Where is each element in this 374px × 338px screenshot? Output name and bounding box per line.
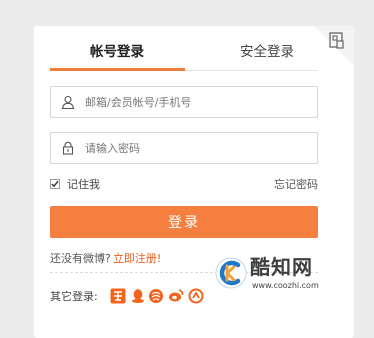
active-tab-indicator [50,68,185,71]
forgot-password-link[interactable]: 忘记密码 [274,177,318,193]
weibo-icon[interactable] [168,288,184,304]
password-field[interactable] [50,132,318,164]
login-button[interactable]: 登录 [50,206,318,238]
tab-secure-login[interactable]: 安全登录 [202,38,332,68]
signup-row: 还没有微博? 立即注册! [50,251,161,267]
renren-icon[interactable] [188,288,204,304]
coozhi-logo-icon [215,257,247,289]
remember-label[interactable]: 记住我 [67,177,100,193]
username-input[interactable] [85,91,309,113]
watermark: 酷知网 www.coozhi.com [214,254,354,298]
remember-checkbox[interactable] [50,179,60,189]
watermark-name: 酷知网 [250,255,313,279]
check-icon [51,180,59,188]
lock-icon [62,141,74,155]
signup-prompt: 还没有微博? [50,252,111,265]
password-input[interactable] [85,137,309,159]
username-field[interactable] [50,86,318,118]
alipay-icon[interactable] [148,288,164,304]
user-icon [61,95,75,109]
other-login-label: 其它登录: [50,290,98,303]
login-tabs: 帐号登录 安全登录 [50,38,320,70]
watermark-url: www.coozhi.com [252,281,319,290]
tab-account-login[interactable]: 帐号登录 [50,38,184,68]
remember-row: 记住我 忘记密码 [50,177,318,193]
taobao-icon[interactable] [110,288,126,304]
qq-icon[interactable] [130,288,146,304]
signup-link[interactable]: 立即注册! [113,252,161,265]
